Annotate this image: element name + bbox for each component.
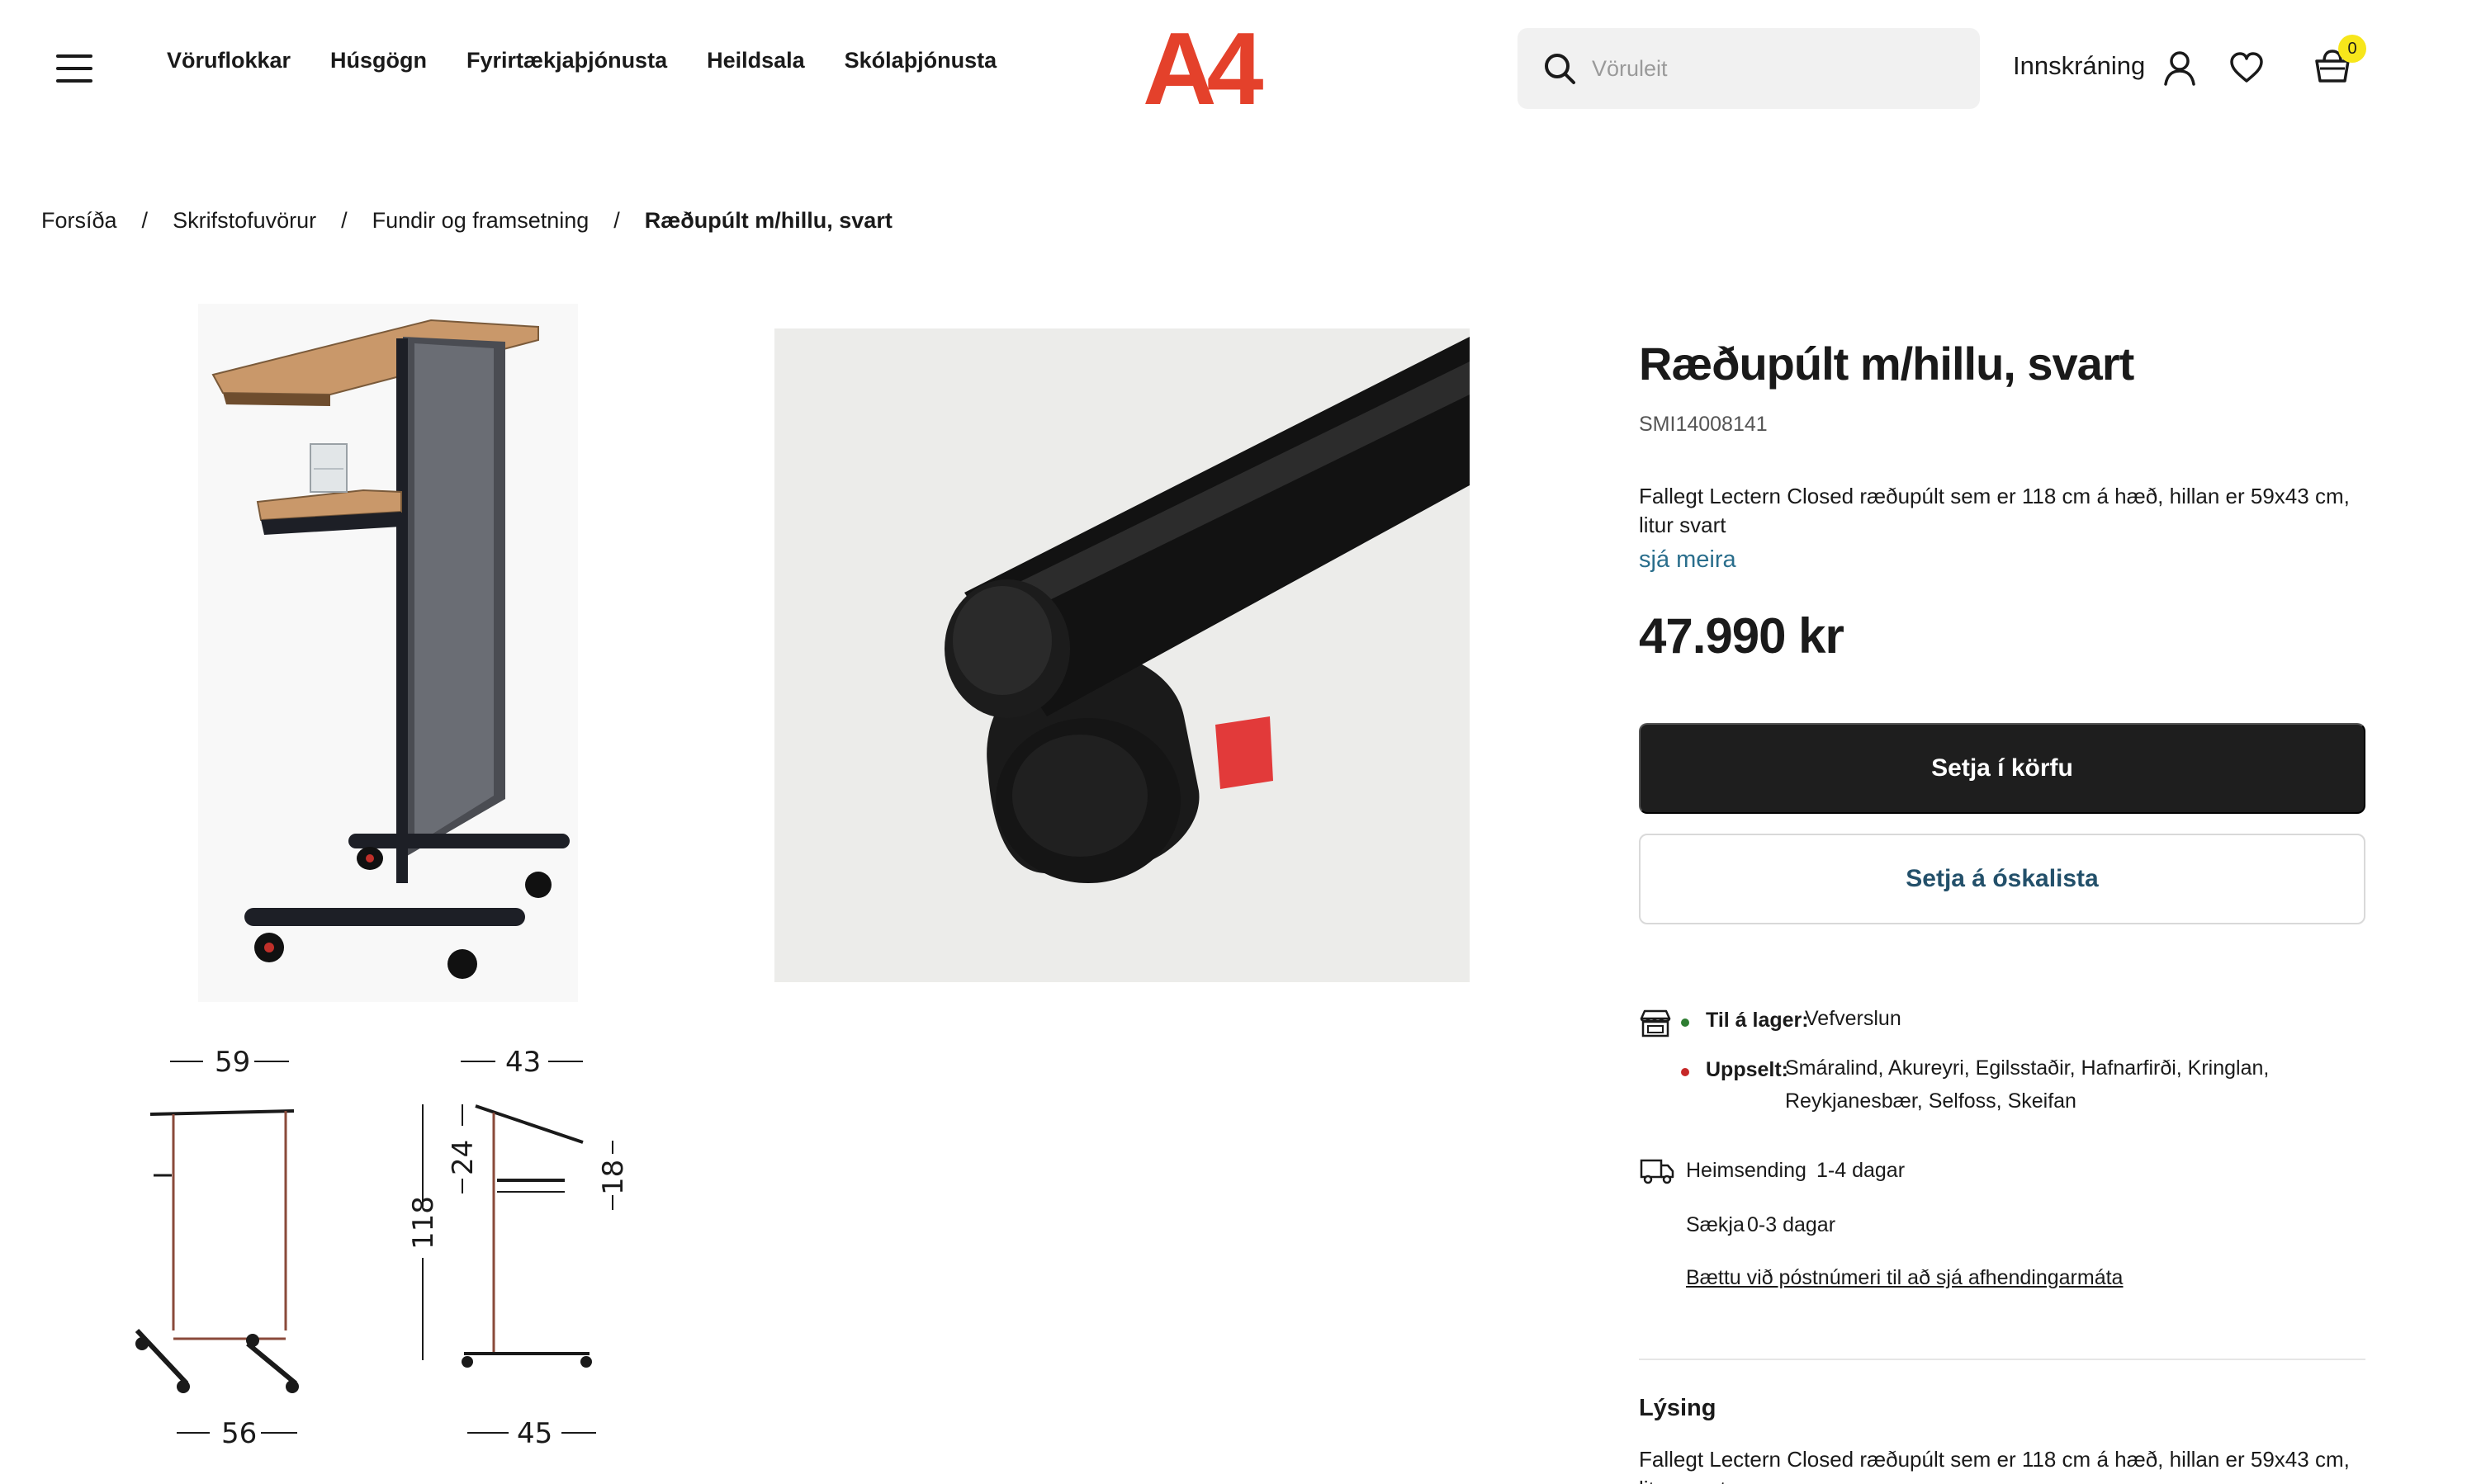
- store-icon: [1640, 1009, 1671, 1037]
- section-divider: [1639, 1359, 2365, 1360]
- breadcrumb-item-home[interactable]: Forsíða: [41, 208, 117, 234]
- nav-item-skolathjonusta[interactable]: Skólaþjónusta: [845, 48, 997, 73]
- nav-item-heildsala[interactable]: Heildsala: [707, 48, 805, 73]
- search-icon[interactable]: [1542, 51, 1577, 86]
- pickup-value: 0-3 dagar: [1747, 1213, 1836, 1236]
- product-image-dimensions[interactable]: 59 56 43 118 24 18 45: [124, 1033, 644, 1463]
- breadcrumb-separator: /: [341, 208, 348, 233]
- add-to-cart-button[interactable]: Setja í körfu: [1639, 723, 2365, 814]
- postal-code-link[interactable]: Bættu við póstnúmeri til að sjá afhendin…: [1686, 1266, 2123, 1290]
- logo-text: A4: [1143, 18, 1263, 114]
- in-stock-value: Vefverslun: [1805, 1007, 1901, 1030]
- breadcrumb-item-meetings[interactable]: Fundir og framsetning: [372, 208, 590, 234]
- a4-logo[interactable]: A4: [1143, 18, 1263, 114]
- sold-out-label: Uppselt:: [1706, 1058, 1788, 1081]
- product-price: 47.990 kr: [1639, 608, 1844, 664]
- product-sku: SMI14008141: [1639, 413, 1768, 436]
- dim-slope: 18: [597, 1160, 630, 1195]
- pickup-label: Sækja: [1686, 1213, 1745, 1236]
- sold-out-value: Smáralind, Akureyri, Egilsstaðir, Hafnar…: [1785, 1056, 2270, 1113]
- search-input[interactable]: [1592, 45, 1955, 92]
- heart-icon[interactable]: [2229, 51, 2264, 84]
- product-image-main[interactable]: [198, 304, 578, 1002]
- nav-item-husgogn[interactable]: Húsgögn: [330, 48, 427, 73]
- nav-item-fyrirtaekjathjonusta[interactable]: Fyrirtækjaþjónusta: [466, 48, 667, 73]
- see-more-link[interactable]: sjá meira: [1639, 546, 1736, 574]
- description-heading: Lýsing: [1639, 1395, 1716, 1421]
- dim-side-bottom: 45: [517, 1417, 552, 1450]
- login-link[interactable]: Innskráning: [2013, 51, 2145, 81]
- menu-icon[interactable]: [56, 54, 92, 83]
- search-box: [1518, 28, 1980, 109]
- product-title: Ræðupúlt m/hillu, svart: [1639, 338, 2134, 390]
- in-stock-indicator: [1681, 1018, 1689, 1027]
- breadcrumb-separator: /: [613, 208, 620, 233]
- home-delivery-label: Heimsending: [1686, 1159, 1806, 1182]
- site-header: Vöruflokkar Húsgögn Fyrirtækjaþjónusta H…: [0, 0, 2467, 136]
- product-short-description: Fallegt Lectern Closed ræðupúlt sem er 1…: [1639, 484, 2350, 537]
- dim-front-top: 59: [215, 1046, 250, 1079]
- user-icon[interactable]: [2162, 50, 2198, 86]
- breadcrumb-item-office-supplies[interactable]: Skrifstofuvörur: [173, 208, 316, 234]
- dim-side-top: 43: [505, 1046, 541, 1079]
- cart-count-badge: 0: [2338, 35, 2366, 63]
- description-text: Fallegt Lectern Closed ræðupúlt sem er 1…: [1639, 1447, 2350, 1484]
- truck-icon: [1640, 1159, 1674, 1184]
- breadcrumb: Forsíða / Skrifstofuvörur / Fundir og fr…: [41, 208, 893, 234]
- nav-item-voruflokkar[interactable]: Vöruflokkar: [167, 48, 291, 73]
- dim-height: 118: [407, 1196, 440, 1250]
- sold-out-indicator: [1681, 1068, 1689, 1076]
- breadcrumb-current: Ræðupúlt m/hillu, svart: [644, 208, 893, 233]
- product-image-caster-detail[interactable]: [774, 328, 1470, 982]
- dim-upper: 24: [447, 1140, 480, 1175]
- add-to-wishlist-button[interactable]: Setja á óskalista: [1639, 834, 2365, 924]
- dim-front-bottom: 56: [221, 1417, 257, 1450]
- home-delivery-value: 1-4 dagar: [1816, 1159, 1906, 1182]
- breadcrumb-separator: /: [141, 208, 149, 233]
- main-nav: Vöruflokkar Húsgögn Fyrirtækjaþjónusta H…: [167, 48, 997, 73]
- in-stock-label: Til á lager:: [1706, 1009, 1809, 1032]
